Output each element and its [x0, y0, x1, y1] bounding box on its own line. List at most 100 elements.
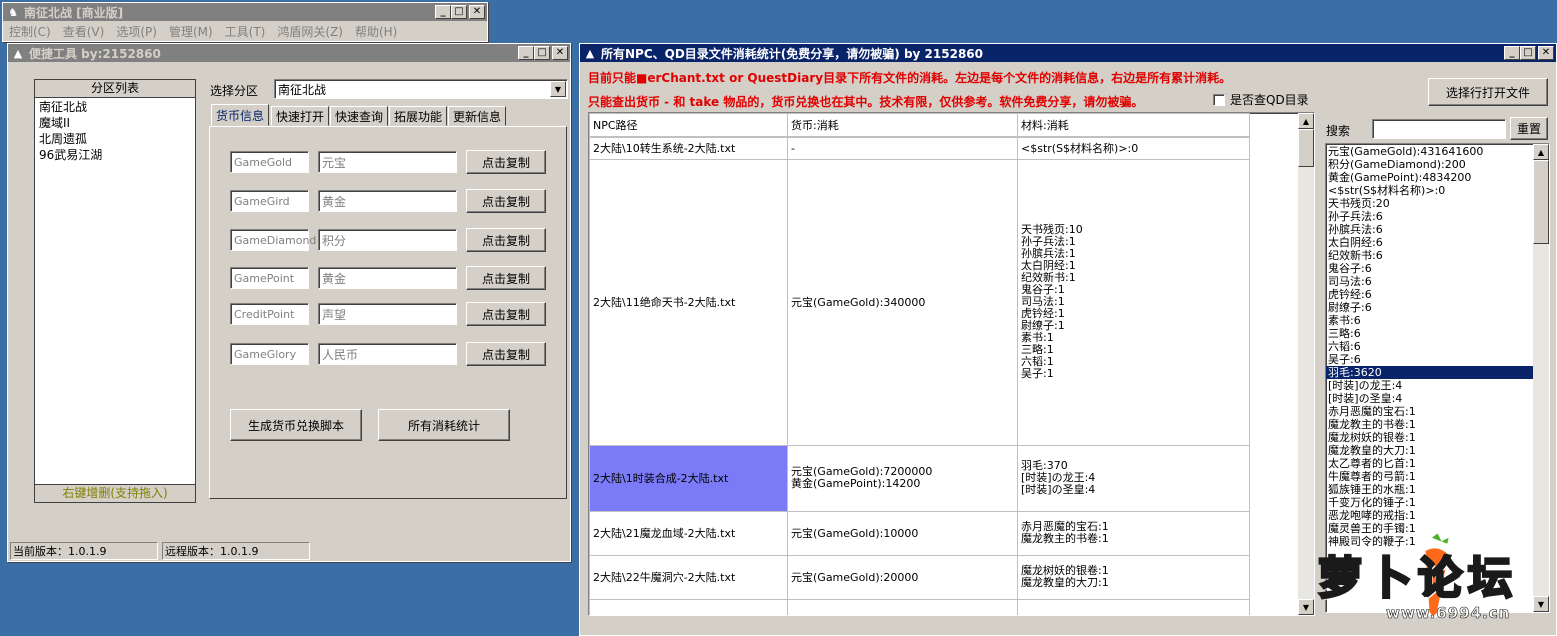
- copy-button[interactable]: 点击复制: [466, 266, 546, 290]
- all-consumption-stats-button[interactable]: 所有消耗统计: [378, 409, 510, 441]
- currency-name-field[interactable]: 黄金: [318, 267, 457, 289]
- currency-code-field[interactable]: GameGlory: [230, 343, 309, 365]
- maximize-button[interactable]: □: [534, 46, 550, 60]
- npc-path-cell[interactable]: 2大陆\1时装合成-2大陆.txt: [589, 444, 788, 512]
- menu-tools[interactable]: 工具(T): [219, 23, 272, 40]
- totals-list-item[interactable]: <$str(S$材料名称)>:0: [1326, 184, 1533, 197]
- menu-manage[interactable]: 管理(M): [163, 23, 219, 40]
- currency-code-field[interactable]: GameGird: [230, 190, 309, 212]
- totals-list-item[interactable]: 恶龙咆哮的戒指:1: [1326, 509, 1533, 522]
- currency-cell[interactable]: [787, 598, 1018, 615]
- menu-control[interactable]: 控制(C): [3, 23, 57, 40]
- list-item[interactable]: 南征北战: [35, 99, 195, 115]
- totals-list-item[interactable]: 鬼谷子:6: [1326, 262, 1533, 275]
- totals-list-item[interactable]: 太白阴经:6: [1326, 236, 1533, 249]
- scrollbar-thumb[interactable]: [1298, 129, 1314, 167]
- close-button[interactable]: ✕: [552, 46, 568, 60]
- currency-name-field[interactable]: 人民币: [318, 343, 457, 365]
- table-row[interactable]: 2大陆\10转生系统-2大陆.txt - <$str(S$材料名称)>:0: [589, 136, 1250, 160]
- materials-cell[interactable]: 羽毛:370 [时装]の龙王:4 [时装]の圣皇:4: [1017, 444, 1250, 512]
- totals-list-item[interactable]: 三略:6: [1326, 327, 1533, 340]
- minimize-button[interactable]: _: [1504, 46, 1520, 60]
- totals-list-item[interactable]: 黄金(GamePoint):4834200: [1326, 171, 1533, 184]
- totals-list-item[interactable]: 六韬:6: [1326, 340, 1533, 353]
- totals-list-item[interactable]: 尉缭子:6: [1326, 301, 1533, 314]
- tab-currency-info[interactable]: 货币信息: [211, 104, 270, 126]
- currency-cell[interactable]: 元宝(GameGold):7200000 黄金(GamePoint):14200: [787, 444, 1018, 512]
- totals-list-item[interactable]: 狐族锤王的水瓶:1: [1326, 483, 1533, 496]
- currency-code-field[interactable]: GameGold: [230, 151, 309, 173]
- partition-list[interactable]: 南征北战 魔域II 北周遗孤 96武易江湖: [35, 98, 195, 163]
- list-item[interactable]: 魔域II: [35, 115, 195, 131]
- totals-list-item[interactable]: 羽毛:3620: [1326, 366, 1533, 379]
- npc-path-cell[interactable]: [589, 598, 788, 615]
- totals-list-item[interactable]: 积分(GameDiamond):200: [1326, 158, 1533, 171]
- column-header-npc-path[interactable]: NPC路径: [589, 113, 788, 138]
- qd-checkbox[interactable]: 是否查QD目录: [1213, 91, 1309, 108]
- totals-list-item[interactable]: [时装]の圣皇:4: [1326, 392, 1533, 405]
- table-row[interactable]: 太乙尊者的匕首:1: [589, 598, 1250, 615]
- currency-code-field[interactable]: GamePoint: [230, 267, 309, 289]
- currency-cell[interactable]: 元宝(GameGold):340000: [787, 158, 1018, 446]
- totals-list-item[interactable]: [时装]の龙王:4: [1326, 379, 1533, 392]
- generate-exchange-script-button[interactable]: 生成货币兑换脚本: [230, 409, 362, 441]
- currency-code-field[interactable]: GameDiamond: [230, 229, 316, 251]
- list-item[interactable]: 96武易江湖: [35, 147, 195, 163]
- checkbox-box[interactable]: [1213, 93, 1225, 106]
- menu-gateway[interactable]: 鸿盾网关(Z): [271, 23, 349, 40]
- totals-list-item[interactable]: 元宝(GameGold):431641600: [1326, 145, 1533, 158]
- currency-cell[interactable]: 元宝(GameGold):10000: [787, 510, 1018, 556]
- table-row[interactable]: 2大陆\1时装合成-2大陆.txt 元宝(GameGold):7200000 黄…: [589, 444, 1250, 512]
- totals-list-item[interactable]: 魔龙教皇的大刀:1: [1326, 444, 1533, 457]
- column-header-materials[interactable]: 材料:消耗: [1017, 113, 1250, 138]
- totals-list-item[interactable]: 千变万化的锤子:1: [1326, 496, 1533, 509]
- scrollbar-thumb[interactable]: [1533, 160, 1549, 244]
- chevron-down-icon[interactable]: ▼: [550, 81, 566, 97]
- maximize-button[interactable]: □: [1520, 46, 1536, 60]
- currency-name-field[interactable]: 元宝: [318, 151, 457, 173]
- currency-code-field[interactable]: CreditPoint: [230, 303, 309, 325]
- currency-cell[interactable]: 元宝(GameGold):20000: [787, 554, 1018, 600]
- currency-name-field[interactable]: 黄金: [318, 190, 457, 212]
- npc-path-cell[interactable]: 2大陆\21魔龙血域-2大陆.txt: [589, 510, 788, 556]
- copy-button[interactable]: 点击复制: [466, 302, 546, 326]
- totals-list-item[interactable]: 赤月恶魔的宝石:1: [1326, 405, 1533, 418]
- totals-list-item[interactable]: 纪效新书:6: [1326, 249, 1533, 262]
- column-header-currency[interactable]: 货币:消耗: [787, 113, 1018, 138]
- npc-path-cell[interactable]: 2大陆\22牛魔洞穴-2大陆.txt: [589, 554, 788, 600]
- copy-button[interactable]: 点击复制: [466, 150, 546, 174]
- tab-update-info[interactable]: 更新信息: [448, 106, 507, 126]
- open-selected-file-button[interactable]: 选择行打开文件: [1428, 78, 1548, 106]
- menu-view[interactable]: 查看(V): [57, 23, 111, 40]
- partition-select[interactable]: 南征北战 ▼: [274, 79, 568, 99]
- table-row[interactable]: 2大陆\22牛魔洞穴-2大陆.txt 元宝(GameGold):20000 魔龙…: [589, 554, 1250, 600]
- currency-name-field[interactable]: 声望: [318, 303, 457, 325]
- materials-cell[interactable]: 赤月恶魔的宝石:1 魔龙教主的书卷:1: [1017, 510, 1250, 556]
- maximize-button[interactable]: □: [451, 5, 467, 19]
- tab-quick-query[interactable]: 快速查询: [330, 106, 389, 126]
- main-window-titlebar[interactable]: ♞ 南征北战 [商业版] _ □ ✕: [3, 3, 487, 21]
- currency-name-field[interactable]: 积分: [318, 229, 457, 251]
- scroll-up-arrow-icon[interactable]: ▲: [1298, 113, 1314, 129]
- totals-list-item[interactable]: 虎钤经:6: [1326, 288, 1533, 301]
- table-row[interactable]: 2大陆\11绝命天书-2大陆.txt 元宝(GameGold):340000 天…: [589, 158, 1250, 446]
- tab-quick-open[interactable]: 快速打开: [271, 106, 330, 126]
- materials-cell[interactable]: 天书残页:10 孙子兵法:1 孙膑兵法:1 太白阴经:1 纪效新书:1 鬼谷子:…: [1017, 158, 1250, 446]
- table-row[interactable]: 2大陆\21魔龙血域-2大陆.txt 元宝(GameGold):10000 赤月…: [589, 510, 1250, 556]
- totals-list-item[interactable]: 牛魔尊者的弓箭:1: [1326, 470, 1533, 483]
- reset-button[interactable]: 重置: [1510, 117, 1548, 140]
- minimize-button[interactable]: _: [518, 46, 534, 60]
- copy-button[interactable]: 点击复制: [466, 342, 546, 366]
- stats-window-titlebar[interactable]: ▲ 所有NPC、QD目录文件消耗统计(免费分享，请勿被骗) by 2152860…: [580, 44, 1556, 62]
- materials-cell[interactable]: 太乙尊者的匕首:1: [1017, 598, 1250, 615]
- search-input[interactable]: [1372, 119, 1506, 139]
- totals-list-item[interactable]: 魔龙树妖的银卷:1: [1326, 431, 1533, 444]
- copy-button[interactable]: 点击复制: [466, 228, 546, 252]
- copy-button[interactable]: 点击复制: [466, 189, 546, 213]
- totals-list-item[interactable]: 天书残页:20: [1326, 197, 1533, 210]
- close-button[interactable]: ✕: [1538, 46, 1554, 60]
- totals-list-item[interactable]: 太乙尊者的匕首:1: [1326, 457, 1533, 470]
- scroll-up-arrow-icon[interactable]: ▲: [1533, 144, 1549, 160]
- materials-cell[interactable]: <$str(S$材料名称)>:0: [1017, 136, 1250, 160]
- tool-window-titlebar[interactable]: ▲ 便捷工具 by:2152860 _ □ ✕: [8, 44, 570, 62]
